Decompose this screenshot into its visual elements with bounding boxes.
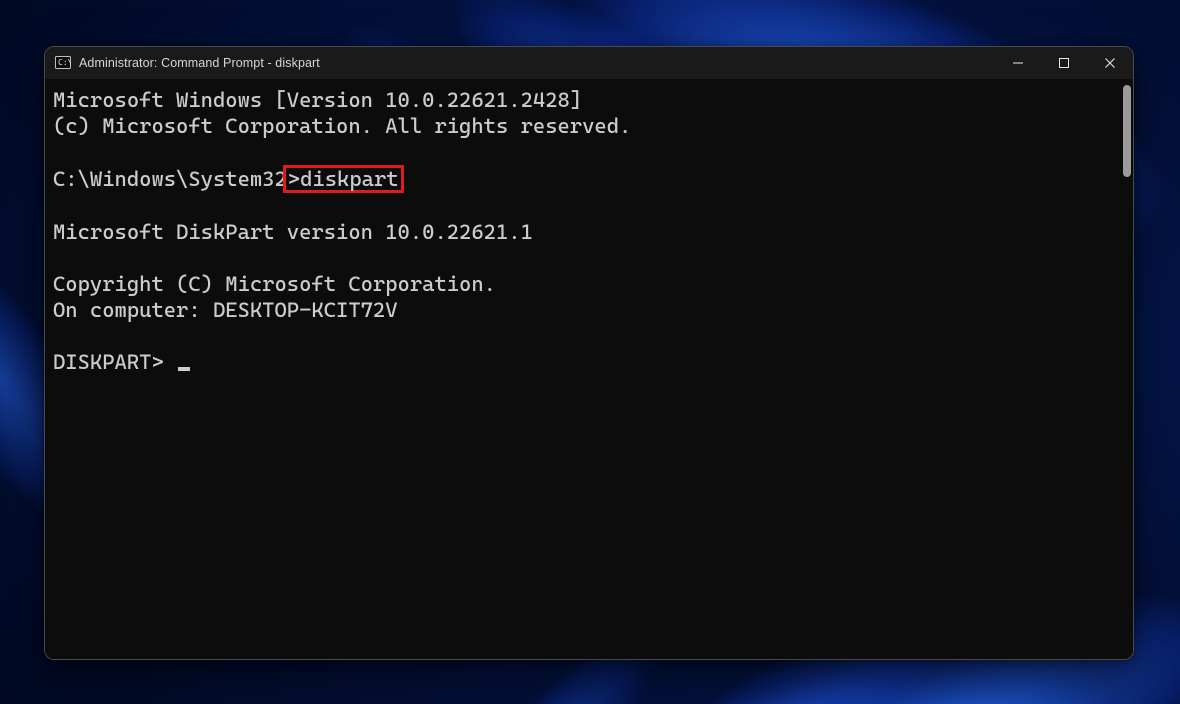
scrollbar-thumb[interactable]	[1123, 85, 1131, 177]
prompt-path: C:\Windows\System32	[53, 167, 287, 191]
typed-command: diskpart	[300, 167, 398, 191]
command-highlight: >diskpart	[283, 165, 404, 193]
cmd-icon: C:\	[55, 55, 71, 71]
text-cursor	[178, 367, 190, 371]
diskpart-copyright-line: Copyright (C) Microsoft Corporation.	[53, 272, 496, 296]
titlebar[interactable]: C:\ Administrator: Command Prompt - disk…	[45, 47, 1133, 79]
command-prompt-window: C:\ Administrator: Command Prompt - disk…	[44, 46, 1134, 660]
close-button[interactable]	[1087, 47, 1133, 79]
svg-text:C:\: C:\	[58, 58, 71, 67]
minimize-icon	[1013, 58, 1023, 68]
window-controls	[995, 47, 1133, 79]
version-line: Microsoft Windows [Version 10.0.22621.24…	[53, 88, 582, 112]
minimize-button[interactable]	[995, 47, 1041, 79]
window-title: Administrator: Command Prompt - diskpart	[79, 56, 328, 70]
on-computer-line: On computer: DESKTOP-KCIT72V	[53, 298, 398, 322]
terminal-output: Microsoft Windows [Version 10.0.22621.24…	[45, 79, 1133, 659]
maximize-button[interactable]	[1041, 47, 1087, 79]
terminal-area[interactable]: Microsoft Windows [Version 10.0.22621.24…	[45, 79, 1133, 659]
maximize-icon	[1059, 58, 1069, 68]
prompt-gt: >	[288, 167, 300, 191]
diskpart-version-line: Microsoft DiskPart version 10.0.22621.1	[53, 220, 533, 244]
diskpart-prompt: DISKPART>	[53, 350, 176, 374]
close-icon	[1105, 58, 1115, 68]
copyright-line: (c) Microsoft Corporation. All rights re…	[53, 114, 631, 138]
